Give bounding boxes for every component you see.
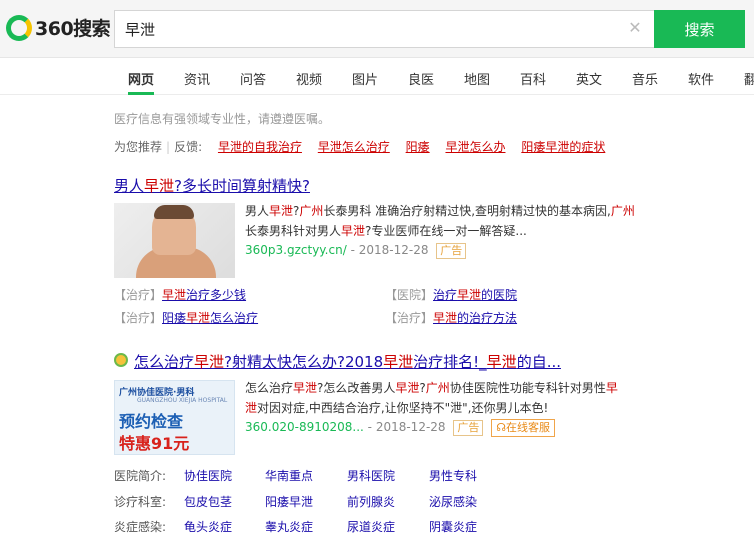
recommend-label: 为您推荐 <box>114 140 163 154</box>
result-2-description-line-1: 怎么治疗早泄?怎么改善男人早泄?广州协佳医院性功能专科针对男性早 <box>245 381 618 395</box>
info-row-label: 炎症感染: <box>114 520 167 534</box>
info-link[interactable]: 龟头炎症 <box>184 518 232 535</box>
tab-doctor[interactable]: 良医 <box>408 69 434 88</box>
feedback-link[interactable]: 反馈: <box>174 140 202 154</box>
ad-badge: 广告 <box>453 420 484 436</box>
recommend-link[interactable]: 早泄怎么办 <box>445 140 505 154</box>
info-link[interactable]: 尿道炎症 <box>347 518 395 535</box>
info-link[interactable]: 阴囊炎症 <box>429 518 477 535</box>
search-button[interactable]: 搜索 <box>654 10 745 48</box>
online-service-button[interactable]: ☊在线客服 <box>491 419 555 437</box>
title-text: ?多长时间算射精快? <box>174 177 310 195</box>
info-link[interactable]: 男科医院 <box>347 467 395 484</box>
active-tab-indicator <box>128 92 154 95</box>
result-2-favicon-icon <box>114 353 128 367</box>
clear-icon[interactable]: ✕ <box>627 20 643 36</box>
recommend-link[interactable]: 阳痿 <box>406 140 430 154</box>
result-1-url[interactable]: 360p3.gzctyy.cn/ <box>245 243 347 257</box>
tab-baike[interactable]: 百科 <box>520 69 546 88</box>
sublink-2[interactable]: 【医院】治疗早泄的医院 <box>385 286 517 303</box>
sublink-4[interactable]: 【治疗】早泄的治疗方法 <box>385 309 517 326</box>
info-link[interactable]: 睾丸炎症 <box>265 518 313 535</box>
tab-images[interactable]: 图片 <box>352 69 378 88</box>
tab-web[interactable]: 网页 <box>128 69 154 88</box>
result-1-description-line-2: 长泰男科针对男人早泄?专业医师在线一对一解答疑... <box>245 224 527 238</box>
result-2-description-line-2: 泄对因对症,中西结合治疗,让你坚持不"泄",还你男儿本色! <box>245 401 549 415</box>
tab-translate[interactable]: 翻 <box>744 69 754 88</box>
result-1-thumbnail[interactable] <box>114 203 235 278</box>
recommend-link[interactable]: 阳痿早泄的症状 <box>521 140 605 154</box>
search-input[interactable] <box>125 19 605 39</box>
title-keyword: 早泄 <box>144 177 175 195</box>
recommend-separator: | <box>166 140 171 154</box>
tab-qa[interactable]: 问答 <box>240 69 266 88</box>
info-link[interactable]: 前列腺炎 <box>347 493 395 510</box>
tab-software[interactable]: 软件 <box>688 69 714 88</box>
thumb-figure-hair <box>154 205 194 219</box>
logo-ring-icon <box>6 14 32 41</box>
title-text: 男人 <box>114 177 145 195</box>
info-row-label: 诊疗科室: <box>114 495 167 509</box>
medical-notice: 医疗信息有强领域专业性，请遵遵医嘱。 <box>114 112 331 126</box>
info-link[interactable]: 泌尿感染 <box>429 493 477 510</box>
recommend-bar: 为您推荐 | 反馈: 早泄的自我治疗 早泄怎么治疗 阳痿 早泄怎么办 阳痿早泄的症状 <box>114 138 617 155</box>
result-2-title[interactable]: 怎么治疗早泄?射精太快怎么办?2018早泄治疗排名!_早泄的自... <box>134 351 594 372</box>
recommend-link[interactable]: 早泄怎么治疗 <box>318 140 390 154</box>
thumb-price: 特惠91元 <box>119 434 190 453</box>
tab-news[interactable]: 资讯 <box>184 69 210 88</box>
headset-icon: ☊ <box>496 421 506 434</box>
info-link[interactable]: 阳痿早泄 <box>265 493 313 510</box>
sublink-3[interactable]: 【治疗】阳痿早泄怎么治疗 <box>114 309 258 326</box>
result-1-description-line-1: 男人早泄?广州长泰男科 准确治疗射精过快,查明射精过快的基本病因,广州 <box>245 204 635 218</box>
ad-badge: 广告 <box>436 243 467 259</box>
thumb-hospital-sub: GUANGZHOU XIEJIA HOSPITAL <box>137 397 228 404</box>
tab-music[interactable]: 音乐 <box>632 69 658 88</box>
thumb-promo: 预约检查 <box>119 412 184 431</box>
search-box: ✕ <box>114 10 655 48</box>
info-link[interactable]: 男性专科 <box>429 467 477 484</box>
result-1-meta: 360p3.gzctyy.cn/ - 2018-12-28 广告 <box>245 243 467 259</box>
info-row-label: 医院简介: <box>114 469 167 483</box>
logo-text: 360搜索 <box>35 18 111 40</box>
tab-map[interactable]: 地图 <box>464 69 490 88</box>
info-link[interactable]: 华南重点 <box>265 467 313 484</box>
tab-english[interactable]: 英文 <box>576 69 602 88</box>
sublink-1[interactable]: 【治疗】早泄治疗多少钱 <box>114 286 246 303</box>
result-1-title[interactable]: 男人早泄?多长时间算射精快? <box>114 175 310 196</box>
vertical-tabs: 网页 资讯 问答 视频 图片 良医 地图 百科 英文 音乐 软件 翻 <box>0 59 754 95</box>
result-2-meta: 360.020-8910208... - 2018-12-28 广告 ☊在线客服 <box>245 419 555 437</box>
header-bar: 360搜索 ✕ 搜索 <box>0 0 754 58</box>
info-link[interactable]: 包皮包茎 <box>184 493 232 510</box>
result-2-thumbnail[interactable]: 广州协佳医院·男科 GUANGZHOU XIEJIA HOSPITAL 预约检查… <box>114 380 235 455</box>
result-1-date: - 2018-12-28 <box>350 243 429 257</box>
tab-video[interactable]: 视频 <box>296 69 322 88</box>
logo[interactable]: 360搜索 <box>6 14 111 41</box>
result-2-url[interactable]: 360.020-8910208... <box>245 420 364 434</box>
recommend-link[interactable]: 早泄的自我治疗 <box>218 140 302 154</box>
result-2-date: - 2018-12-28 <box>367 420 446 434</box>
info-link[interactable]: 协佳医院 <box>184 467 232 484</box>
